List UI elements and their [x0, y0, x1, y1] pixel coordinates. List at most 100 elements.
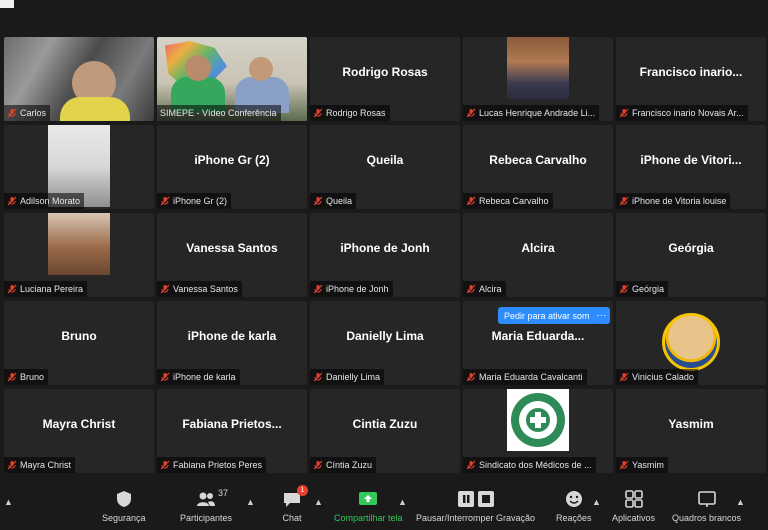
participant-tile[interactable]: Cintia Zuzu Cíntia Zuzu [310, 389, 460, 473]
chat-bubble-icon: 1 [282, 485, 308, 509]
participant-photo [507, 37, 569, 99]
participant-center-name: Maria Eduarda... [491, 329, 585, 343]
participant-name-label: Vinicius Calado [616, 369, 698, 385]
more-options-button[interactable]: ··· [593, 307, 610, 324]
chevron-up-icon[interactable]: ▲ [592, 497, 601, 507]
participant-name-label: Rebeca Carvalho [463, 193, 553, 209]
mic-muted-icon [7, 372, 17, 382]
mic-muted-icon [619, 108, 629, 118]
participants-button[interactable]: 37 Participantes [180, 488, 232, 529]
participant-name-label: Yasmim [616, 457, 668, 473]
participant-name-label: Francisco inario Novais Ar... [616, 105, 748, 121]
participant-name-label: Mayra Christ [4, 457, 76, 473]
mic-muted-icon [619, 284, 629, 294]
participant-tile[interactable]: Danielly Lima Danielly Lima [310, 301, 460, 385]
participant-tile[interactable]: Rebeca Carvalho Rebeca Carvalho [463, 125, 613, 209]
participant-tile[interactable]: iPhone Gr (2) iPhone Gr (2) [157, 125, 307, 209]
participant-center-name: iPhone de karla [187, 329, 277, 343]
participant-tile[interactable]: Mayra Christ Mayra Christ [4, 389, 154, 473]
window-fragment [0, 0, 14, 8]
mic-muted-icon [466, 460, 476, 470]
participant-center-name: Rebeca Carvalho [489, 153, 587, 167]
participant-center-name: Fabiana Prietos... [182, 417, 282, 431]
participant-tile[interactable]: Rodrigo Rosas Rodrigo Rosas [310, 37, 460, 121]
chat-button[interactable]: 1 Chat [282, 485, 308, 529]
chat-unread-badge: 1 [297, 485, 308, 496]
participant-name-label: SIMEPE - Vídeo Conferência [157, 105, 281, 121]
participant-center-name: Bruno [61, 329, 97, 343]
whiteboard-icon [697, 489, 717, 509]
pause-stop-icon [456, 489, 496, 509]
participant-name-label: Vanessa Santos [157, 281, 242, 297]
participant-tile[interactable]: Geórgia Geórgia [616, 213, 766, 297]
security-button[interactable]: Segurança [102, 489, 146, 529]
participant-center-name: Alcira [521, 241, 555, 255]
participant-tile[interactable]: Francisco inario... Francisco inario Nov… [616, 37, 766, 121]
participant-tile[interactable]: Yasmim Yasmim [616, 389, 766, 473]
whiteboards-button[interactable]: Quadros brancos [672, 489, 741, 529]
participant-tile[interactable]: iPhone de Vitori... iPhone de Vitoria lo… [616, 125, 766, 209]
participant-tile[interactable]: Vanessa Santos Vanessa Santos [157, 213, 307, 297]
participant-tile[interactable]: Vinicius Calado [616, 301, 766, 385]
participant-tile[interactable]: Lucas Henrique Andrade Li... [463, 37, 613, 121]
participant-tile[interactable]: Fabiana Prietos... Fabiana Prietos Peres [157, 389, 307, 473]
apps-button[interactable]: Aplicativos [612, 489, 655, 529]
participant-tile[interactable]: Carlos [4, 37, 154, 121]
chevron-up-icon[interactable]: ▲ [314, 497, 323, 507]
mic-muted-icon [7, 108, 17, 118]
mic-muted-icon [313, 460, 323, 470]
participant-name-label: Cíntia Zuzu [310, 457, 377, 473]
participant-name-label: Sindicato dos Médicos de ... [463, 457, 596, 473]
participant-photo [48, 213, 110, 275]
participant-name-label: Maria Eduarda Cavalcanti [463, 369, 587, 385]
mic-muted-icon [313, 284, 323, 294]
mic-muted-icon [466, 196, 476, 206]
apps-icon [624, 489, 644, 509]
chevron-up-icon[interactable]: ▲ [736, 497, 745, 507]
participant-center-name: iPhone de Vitori... [640, 153, 742, 167]
participant-center-name: iPhone Gr (2) [194, 153, 270, 167]
mic-muted-icon [619, 196, 629, 206]
mic-muted-icon [160, 196, 170, 206]
participant-tile[interactable]: Queila Queila [310, 125, 460, 209]
meeting-toolbar: ▲ Segurança 37 Participantes ▲ 1 Chat ▲ … [0, 483, 768, 530]
mic-muted-icon [160, 460, 170, 470]
mic-muted-icon [466, 372, 476, 382]
participant-center-name: Danielly Lima [346, 329, 424, 343]
participant-tile[interactable]: iPhone de karla iPhone de karla [157, 301, 307, 385]
participant-tile-active-speaker[interactable]: SIMEPE - Vídeo Conferência [157, 37, 307, 121]
participant-tile[interactable]: Sindicato dos Médicos de ... [463, 389, 613, 473]
smiley-icon [564, 489, 584, 509]
mic-muted-icon [7, 196, 17, 206]
chevron-up-icon[interactable]: ▲ [398, 497, 407, 507]
participant-tile[interactable]: Luciana Pereira [4, 213, 154, 297]
participant-tile[interactable]: Alcira Alcira [463, 213, 613, 297]
mic-muted-icon [160, 372, 170, 382]
mic-muted-icon [466, 108, 476, 118]
participant-avatar [662, 313, 720, 371]
participant-tile[interactable]: Adilson Morato [4, 125, 154, 209]
participant-tile[interactable]: Bruno Bruno [4, 301, 154, 385]
participant-name-label: iPhone de karla [157, 369, 240, 385]
chevron-up-icon[interactable]: ▲ [246, 497, 255, 507]
share-screen-icon [358, 489, 378, 509]
top-bar [0, 0, 768, 36]
participant-name-label: Carlos [4, 105, 51, 121]
ask-to-unmute-button[interactable]: Pedir para ativar som [498, 307, 596, 324]
participant-name-label: Bruno [4, 369, 49, 385]
participant-name-label: iPhone Gr (2) [157, 193, 232, 209]
participant-tile[interactable]: iPhone de Jonh iPhone de Jonh [310, 213, 460, 297]
participant-center-name: Rodrigo Rosas [342, 65, 428, 79]
participant-name-label: Danielly Lima [310, 369, 385, 385]
participant-logo [507, 389, 569, 451]
record-controls-button[interactable]: Pausar/Interromper Gravação [416, 489, 535, 529]
gallery-grid: Carlos SIMEPE - Vídeo Conferência Rodrig… [4, 37, 766, 477]
share-screen-button[interactable]: Compartilhar tela [334, 489, 403, 529]
participant-center-name: Queila [366, 153, 404, 167]
chevron-up-icon[interactable]: ▲ [4, 497, 13, 507]
reactions-button[interactable]: Reações [556, 489, 592, 529]
mic-muted-icon [160, 284, 170, 294]
participant-name-label: Adilson Morato [4, 193, 85, 209]
participant-name-label: Luciana Pereira [4, 281, 88, 297]
mic-muted-icon [466, 284, 476, 294]
